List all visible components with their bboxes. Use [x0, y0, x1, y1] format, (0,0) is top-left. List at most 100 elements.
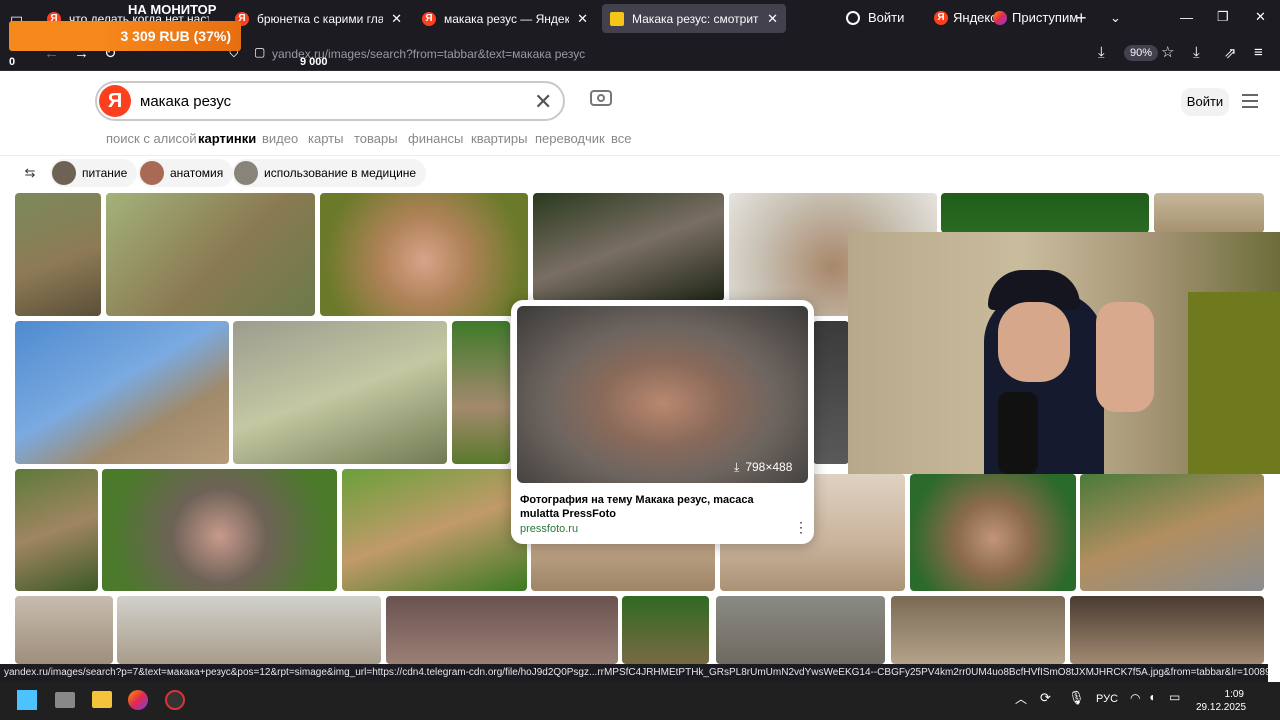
image-result[interactable]: [342, 469, 527, 591]
tab-2[interactable]: Я брюнетка с карими глазами — ✕: [227, 4, 410, 33]
tab-title: Макака резус: смотрите и скач: [632, 11, 759, 26]
close-icon[interactable]: ✕: [767, 11, 778, 27]
chip-thumb: [140, 161, 164, 185]
chip-medicine[interactable]: использование в медицине: [232, 159, 427, 187]
image-result[interactable]: [15, 469, 98, 591]
hamburger-menu-icon[interactable]: [1242, 94, 1258, 108]
windows-start-icon[interactable]: [17, 690, 37, 710]
chip-thumb: [52, 161, 76, 185]
image-result[interactable]: [15, 596, 113, 664]
nav-goods[interactable]: товары: [354, 131, 398, 146]
donation-amount: 3 309 RUB (37%): [120, 28, 232, 44]
pinned-yandex-tab[interactable]: Я Яндекс: [934, 10, 997, 25]
close-icon[interactable]: ✕: [391, 11, 402, 27]
image-result[interactable]: [533, 193, 724, 301]
yandex-icon: Я: [934, 10, 948, 25]
image-result[interactable]: [941, 193, 1149, 233]
close-icon[interactable]: ✕: [577, 11, 588, 27]
download-icon: ⤓: [734, 460, 740, 474]
image-result[interactable]: [1070, 596, 1264, 664]
language-indicator[interactable]: РУС: [1096, 693, 1118, 705]
zoom-badge[interactable]: 90%: [1124, 45, 1159, 61]
chip-anatomy[interactable]: анатомия: [138, 159, 234, 187]
wifi-icon[interactable]: ◠: [1130, 691, 1140, 705]
chip-thumb: [234, 161, 258, 185]
clear-icon[interactable]: ✕: [534, 89, 552, 115]
pinned-login-tab[interactable]: Войти: [846, 10, 904, 25]
maximize-icon[interactable]: ❐: [1217, 9, 1229, 25]
download-icon[interactable]: ⤓: [1193, 44, 1200, 61]
donation-min: 0: [9, 56, 16, 68]
extensions-icon[interactable]: ⇗: [1224, 44, 1237, 62]
image-result[interactable]: [891, 596, 1065, 664]
nav-all[interactable]: все: [611, 131, 632, 146]
pinned-start-label: Приступим: [1012, 10, 1079, 25]
image-result[interactable]: [320, 193, 528, 316]
face: [998, 302, 1070, 382]
camera-icon[interactable]: [590, 90, 612, 106]
image-result[interactable]: [15, 193, 101, 316]
new-tab-icon[interactable]: +: [1076, 8, 1087, 29]
volume-icon[interactable]: ◖: [1148, 690, 1155, 704]
yandex-logo[interactable]: Я: [99, 85, 131, 117]
image-result[interactable]: [452, 321, 510, 464]
firefox-icon: [993, 10, 1007, 25]
nav-alice[interactable]: поиск с алисой: [106, 131, 197, 146]
preview-title[interactable]: Фотография на тему Макака резус, macaca …: [520, 493, 790, 521]
search-input[interactable]: макака резус: [140, 93, 231, 110]
tab-3[interactable]: Я макака резус — Яндекс: нашл ✕: [414, 4, 596, 33]
clock[interactable]: 1:09 29.12.2025: [1196, 688, 1246, 714]
preview-image[interactable]: [517, 306, 808, 483]
pinned-start-tab[interactable]: Приступим: [993, 10, 1078, 25]
task-view-icon[interactable]: [55, 692, 75, 708]
obs-icon[interactable]: [165, 690, 185, 710]
login-button[interactable]: Войти: [1181, 88, 1229, 116]
image-result[interactable]: [102, 469, 337, 591]
filter-icon[interactable]: ⇆: [17, 160, 43, 186]
tab-4-active[interactable]: Макака резус: смотрите и скач ✕: [602, 4, 786, 33]
image-result[interactable]: [1154, 193, 1264, 233]
tab-title: макака резус — Яндекс: нашл: [444, 11, 570, 26]
image-result[interactable]: [15, 321, 229, 464]
nav-finance[interactable]: финансы: [408, 131, 463, 146]
menu-icon[interactable]: ≡: [1254, 44, 1263, 61]
user-icon: [846, 10, 860, 25]
image-result[interactable]: [117, 596, 381, 664]
firefox-icon[interactable]: [128, 690, 148, 710]
lock-icon[interactable]: ▢: [254, 45, 265, 59]
battery-icon[interactable]: ▭: [1169, 690, 1180, 704]
chip-label: анатомия: [170, 166, 224, 180]
microphone-icon[interactable]: 🎙︎: [1068, 690, 1085, 706]
file-explorer-icon[interactable]: [92, 691, 112, 708]
pinned-login-label: Войти: [868, 10, 905, 25]
chip-nutrition[interactable]: питание: [50, 159, 138, 187]
close-window-icon[interactable]: ✕: [1255, 9, 1266, 25]
nav-video[interactable]: видео: [262, 131, 298, 146]
nav-maps[interactable]: карты: [308, 131, 343, 146]
nav-translate[interactable]: переводчик: [535, 131, 605, 146]
more-options-icon[interactable]: ⋮: [794, 519, 808, 536]
image-result[interactable]: [531, 540, 715, 591]
minimize-icon[interactable]: —: [1180, 10, 1193, 25]
image-result[interactable]: [106, 193, 315, 316]
chevron-down-icon[interactable]: ⌄: [1110, 10, 1121, 26]
nav-realty[interactable]: квартиры: [471, 131, 527, 146]
preview-source-link[interactable]: pressfoto.ru: [520, 523, 578, 535]
nav-images[interactable]: картинки: [198, 131, 256, 146]
image-result[interactable]: [910, 474, 1076, 591]
save-page-icon[interactable]: ⤓: [1098, 44, 1105, 61]
image-result[interactable]: [1080, 474, 1264, 591]
image-result[interactable]: [813, 321, 849, 464]
image-result[interactable]: [716, 596, 885, 664]
chip-label: питание: [82, 166, 128, 180]
image-result[interactable]: [622, 596, 709, 664]
images-icon: [610, 11, 624, 26]
chevron-up-icon[interactable]: ︿: [1015, 690, 1027, 707]
divider: [0, 155, 1280, 156]
image-resolution-badge: ⤓ 798×488: [734, 460, 792, 475]
hand: [1096, 302, 1154, 412]
image-result[interactable]: [386, 596, 618, 664]
image-result[interactable]: [233, 321, 447, 464]
star-icon[interactable]: ☆: [1161, 43, 1174, 61]
sync-icon[interactable]: ⟳: [1040, 690, 1051, 706]
